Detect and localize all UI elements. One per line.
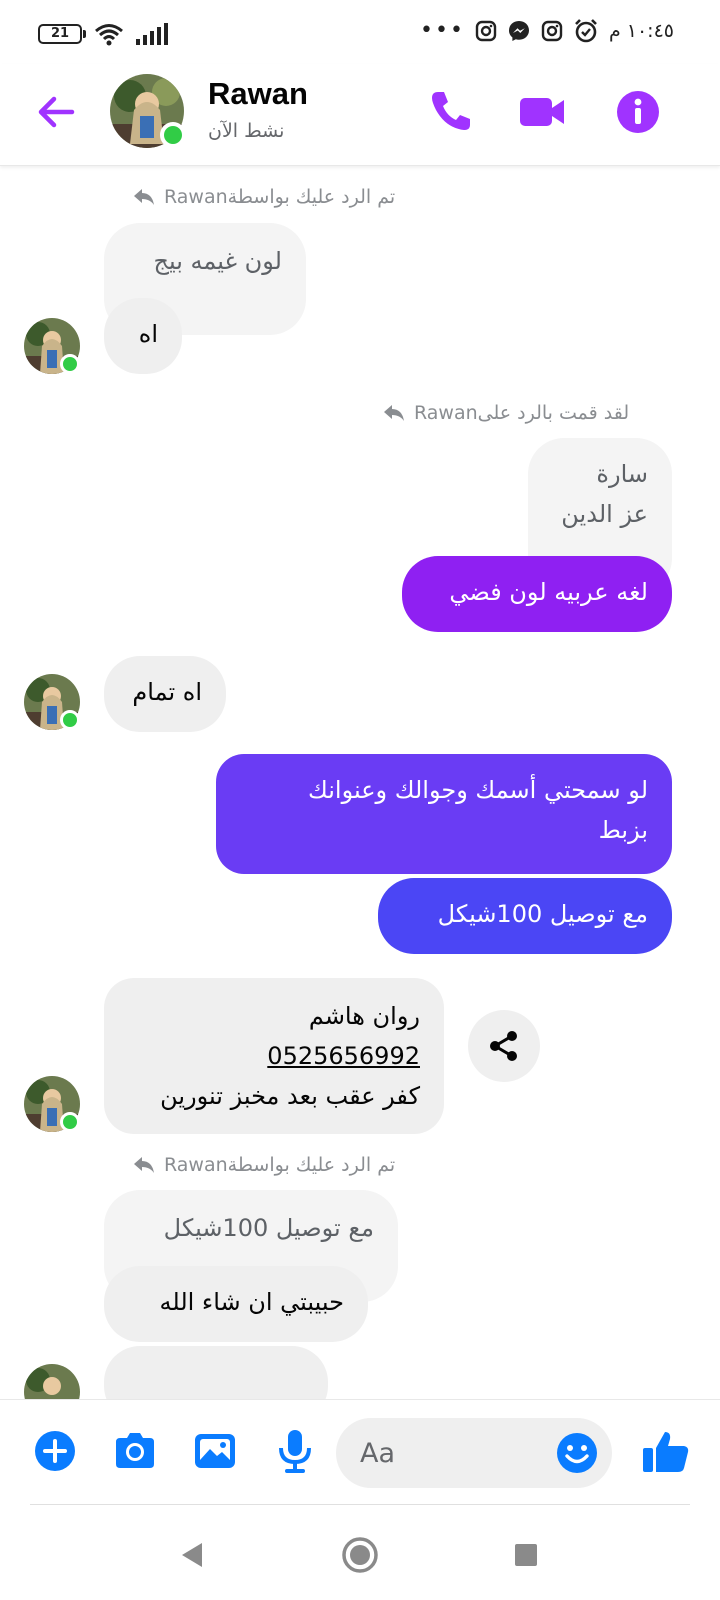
message-text: اه تمام bbox=[132, 678, 202, 706]
contact-active-status: نشط الآن bbox=[208, 120, 285, 142]
quoted-message-text: مع توصيل 100شيكل bbox=[163, 1214, 374, 1242]
share-icon bbox=[490, 1031, 517, 1061]
online-status-dot bbox=[60, 710, 80, 730]
video-camera-icon[interactable] bbox=[516, 86, 568, 138]
reply-arrow-icon bbox=[134, 189, 154, 205]
back-nav-icon[interactable] bbox=[172, 1535, 212, 1575]
incoming-message[interactable]: اه bbox=[104, 298, 182, 374]
reply-arrow-icon bbox=[384, 405, 404, 421]
home-nav-icon[interactable] bbox=[340, 1535, 380, 1575]
reply-note: Rawanلقد قمت بالرد على bbox=[382, 402, 629, 424]
clock-time: ١٠:٤٥ م bbox=[608, 20, 674, 42]
alarm-icon bbox=[575, 19, 597, 43]
phone-icon[interactable] bbox=[424, 86, 476, 138]
reply-arrow-icon bbox=[134, 1157, 154, 1173]
gallery-icon[interactable] bbox=[190, 1426, 240, 1476]
message-text: مع توصيل 100شيكل bbox=[437, 900, 648, 928]
reply-note-text: Rawanلقد قمت بالرد على bbox=[414, 402, 630, 424]
camera-icon[interactable] bbox=[110, 1426, 160, 1476]
status-right: ••• ١٠:٤٥ م bbox=[420, 18, 674, 44]
recents-nav-icon[interactable] bbox=[506, 1535, 546, 1575]
message-list[interactable]: Rawanتم الرد عليك بواسطة لون غيمه بيج اه… bbox=[0, 166, 720, 1399]
contact-name[interactable]: Rawan bbox=[208, 76, 308, 112]
incoming-message[interactable]: اه تمام bbox=[104, 656, 226, 732]
messenger-icon bbox=[508, 21, 529, 41]
wifi-icon bbox=[95, 24, 123, 46]
online-status-dot bbox=[60, 1112, 80, 1132]
chat-header: Rawan نشط الآن bbox=[0, 64, 720, 166]
sender-avatar[interactable] bbox=[24, 1364, 80, 1399]
message-text-line: بزبط bbox=[598, 816, 648, 844]
online-status-dot bbox=[160, 122, 186, 148]
message-text-line: لو سمحتي أسمك وجوالك وعنوانك bbox=[308, 776, 648, 804]
reply-note: Rawanتم الرد عليك بواسطة bbox=[132, 1154, 395, 1176]
signal-icon bbox=[136, 23, 168, 45]
contact-card-address: كفر عقب بعد مخبز تنورين bbox=[160, 1082, 420, 1110]
instagram-icon-2 bbox=[541, 20, 563, 42]
quoted-message-text: لون غيمه بيج bbox=[153, 247, 282, 275]
reply-note-text: Rawanتم الرد عليك بواسطة bbox=[164, 1154, 396, 1176]
instagram-icon bbox=[475, 20, 497, 42]
quoted-message-line: عز الدين bbox=[561, 500, 648, 528]
plus-icon[interactable] bbox=[30, 1426, 80, 1476]
system-navigation-bar bbox=[0, 1505, 720, 1600]
outgoing-message[interactable]: مع توصيل 100شيكل bbox=[378, 878, 672, 954]
outgoing-message[interactable]: لو سمحتي أسمك وجوالك وعنوانك بزبط bbox=[216, 754, 672, 874]
message-text: اه bbox=[138, 320, 158, 348]
status-left: 21 bbox=[38, 22, 168, 46]
contact-details-message[interactable]: روان هاشم 0525656992 كفر عقب بعد مخبز تن… bbox=[104, 978, 444, 1134]
emoji-icon[interactable] bbox=[554, 1430, 600, 1476]
reply-note-text: Rawanتم الرد عليك بواسطة bbox=[164, 186, 396, 208]
contact-card-phone-link[interactable]: 0525656992 bbox=[128, 1036, 420, 1076]
microphone-icon[interactable] bbox=[270, 1426, 320, 1476]
share-button[interactable] bbox=[468, 1010, 540, 1082]
info-icon[interactable] bbox=[612, 86, 664, 138]
contact-card-name: روان هاشم bbox=[308, 1002, 420, 1030]
message-text: لغه عربيه لون فضي bbox=[449, 578, 648, 606]
status-bar: 21 ••• ١٠:٤٥ م bbox=[0, 0, 720, 64]
incoming-message-partial[interactable] bbox=[104, 1346, 328, 1399]
reply-note: Rawanتم الرد عليك بواسطة bbox=[132, 186, 395, 208]
online-status-dot bbox=[60, 354, 80, 374]
battery-indicator: 21 bbox=[38, 24, 86, 44]
more-notifications-icon: ••• bbox=[420, 18, 465, 43]
message-composer bbox=[0, 1399, 720, 1505]
outgoing-message[interactable]: لغه عربيه لون فضي bbox=[402, 556, 672, 632]
back-arrow-icon[interactable] bbox=[32, 88, 80, 136]
thumbs-up-icon[interactable] bbox=[640, 1426, 692, 1478]
incoming-message[interactable]: حبيبتي ان شاء الله bbox=[104, 1266, 368, 1342]
quoted-message-line: سارة bbox=[596, 460, 648, 488]
message-text: حبيبتي ان شاء الله bbox=[159, 1288, 345, 1316]
